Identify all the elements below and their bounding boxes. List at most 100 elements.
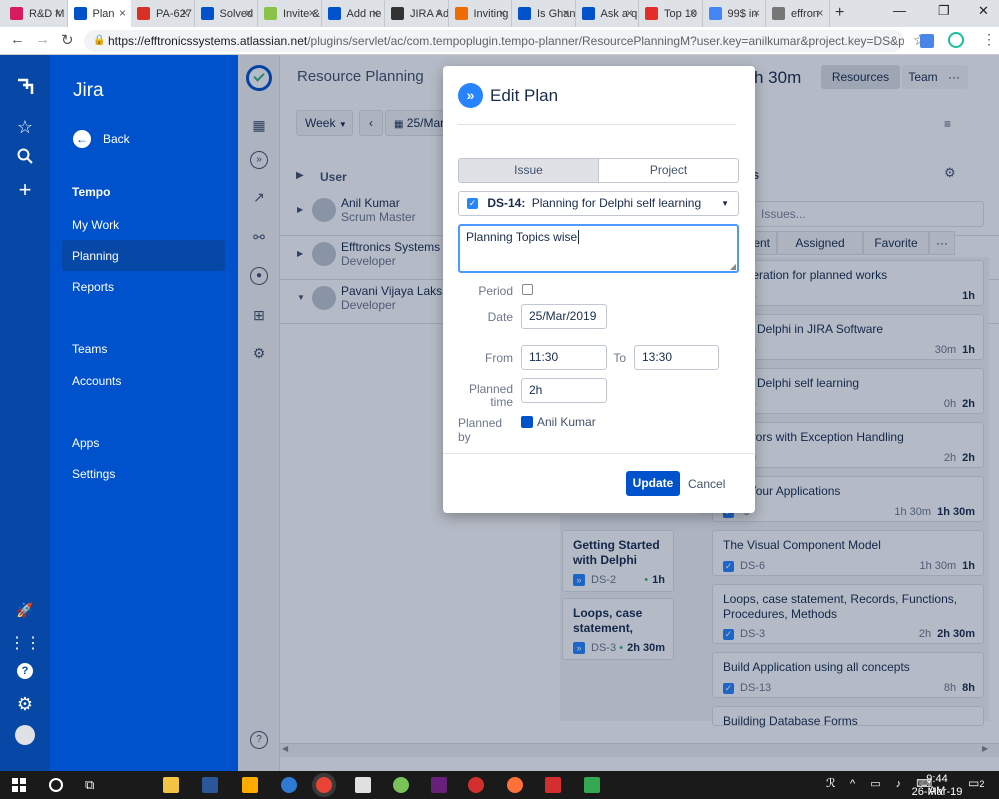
tab-close-icon[interactable]: × [499,6,506,20]
browser-tab[interactable]: Ask a q × [576,0,639,27]
menu-dots-icon[interactable]: ⋮ [982,31,996,48]
tab-favicon-icon [518,7,531,20]
issue-select[interactable]: ✓ DS-14: Planning for Delphi self learni… [458,191,739,216]
browser-tab[interactable]: R&D M × [4,0,68,27]
browser-tab[interactable]: effron × [766,0,830,27]
tab-close-icon[interactable]: × [308,6,315,20]
back-button[interactable]: ← Back [73,130,130,148]
excel-icon[interactable] [584,777,600,793]
extension-icon[interactable] [920,34,934,48]
nav-item-settings[interactable]: Settings [72,467,115,481]
bitbucket-icon[interactable] [242,777,258,793]
from-time-input[interactable]: 11:30 [521,345,607,370]
nav-item-apps[interactable]: Apps [72,436,99,450]
firefox-icon[interactable] [507,777,523,793]
close-window-icon[interactable]: ✕ [978,3,989,19]
grammarly-icon[interactable] [948,32,964,48]
back-label: Back [103,132,130,146]
tab-issue[interactable]: Issue [458,158,599,183]
back-arrow-icon[interactable]: ← [10,31,25,48]
tab-close-icon[interactable]: × [689,6,696,20]
chrome-icon[interactable] [316,777,332,793]
tab-favicon-icon [137,7,150,20]
create-icon[interactable]: + [0,177,50,203]
planned-by-label: Planned by [458,416,503,444]
description-textarea[interactable]: Planning Topics wise ◢ [458,224,739,273]
acrobat-icon[interactable] [545,777,561,793]
url-field[interactable]: 🔒 https://efftronicssystems.atlassian.ne… [84,30,904,52]
jira-global-sidebar: ☆ + 🚀 ⋮⋮ ? ⚙ [0,55,50,771]
browser-tab[interactable]: Inviting × [449,0,512,27]
cortana-icon[interactable] [49,778,63,792]
date-input[interactable]: 25/Mar/2019 [521,304,607,329]
browser-tab[interactable]: Plan × [67,0,131,27]
browser-tab[interactable]: JIRA Ad × [385,0,449,27]
from-label: From [485,351,513,365]
tab-favicon-icon [772,7,785,20]
star-icon[interactable]: ☆ [0,117,50,138]
text-cursor [578,230,580,244]
period-checkbox[interactable] [522,284,533,295]
planned-time-input[interactable]: 2h [521,378,607,403]
tab-project[interactable]: Project [599,158,739,183]
forward-arrow-icon[interactable]: → [35,31,50,48]
task-view-icon[interactable]: ⧉ [85,777,94,793]
browser-tab[interactable]: Top 10 × [639,0,703,27]
windows-start-icon[interactable] [12,778,26,792]
browser-tab[interactable]: Invite & × [258,0,322,27]
visual-studio-icon[interactable] [431,777,447,793]
minimize-icon[interactable]: — [893,3,906,18]
file-explorer-icon[interactable] [163,777,179,793]
rocket-icon[interactable]: 🚀 [0,602,50,619]
edit-plan-dialog: » Edit Plan Issue Project ✓ DS-14: Plann… [443,66,755,513]
issue-select-caret-icon: ▼ [721,199,729,208]
update-button[interactable]: Update [626,471,680,496]
restore-icon[interactable]: ❐ [938,3,950,19]
nav-item-reports[interactable]: Reports [72,280,114,294]
browser-tab[interactable]: 99$ in × [703,0,766,27]
jira-logo-icon[interactable] [0,77,50,102]
tab-close-icon[interactable]: × [435,6,442,20]
android-icon[interactable] [393,777,409,793]
tab-favicon-icon [73,7,87,20]
app-switcher-icon[interactable]: ⋮⋮ [0,633,50,653]
cancel-button[interactable]: Cancel [688,477,725,491]
outlook-icon[interactable] [281,777,297,793]
tab-label: JIRA Ad [410,7,449,20]
delphi-icon[interactable] [468,777,484,793]
nav-item-my-work[interactable]: My Work [72,218,119,232]
search-icon[interactable] [0,148,50,169]
new-tab-button[interactable]: + [835,4,844,22]
tab-favicon-icon [327,7,341,20]
dialog-divider [458,124,736,125]
tab-close-icon[interactable]: × [119,6,126,20]
notification-center-icon[interactable]: ▭2 [968,776,984,790]
paint-icon[interactable] [355,777,371,793]
reload-icon[interactable]: ↻ [61,31,74,49]
nav-item-teams[interactable]: Teams [72,342,107,356]
browser-tab[interactable]: Is Ghan × [512,0,576,27]
url-path: /plugins/servlet/ac/com.tempoplugin.temp… [307,34,904,48]
browser-tab[interactable]: Add ne × [322,0,385,27]
nav-item-accounts[interactable]: Accounts [72,374,121,388]
profile-avatar[interactable] [0,725,50,745]
tab-close-icon[interactable]: × [181,6,188,20]
people-icon[interactable]: ℛ [826,776,836,790]
tab-close-icon[interactable]: × [562,6,569,20]
to-time-input[interactable]: 13:30 [634,345,719,370]
nav-item-planning[interactable]: Planning [72,249,119,263]
browser-tab[interactable]: Solved × [195,0,258,27]
clock-date[interactable]: 26-Mar-19 [911,786,963,798]
settings-gear-icon[interactable]: ⚙ [0,694,50,715]
tab-close-icon[interactable]: × [372,6,379,20]
tab-close-icon[interactable]: × [626,6,633,20]
resize-handle-icon[interactable]: ◢ [730,262,736,271]
issue-summary: Planning for Delphi self learning [531,196,702,210]
help-icon[interactable]: ? [0,663,50,679]
tab-close-icon[interactable]: × [54,6,61,20]
tab-close-icon[interactable]: × [245,6,252,20]
browser-tab[interactable]: PA-627 × [131,0,195,27]
tab-close-icon[interactable]: × [816,6,823,20]
tab-close-icon[interactable]: × [753,6,760,20]
chart-app-icon[interactable] [202,777,218,793]
